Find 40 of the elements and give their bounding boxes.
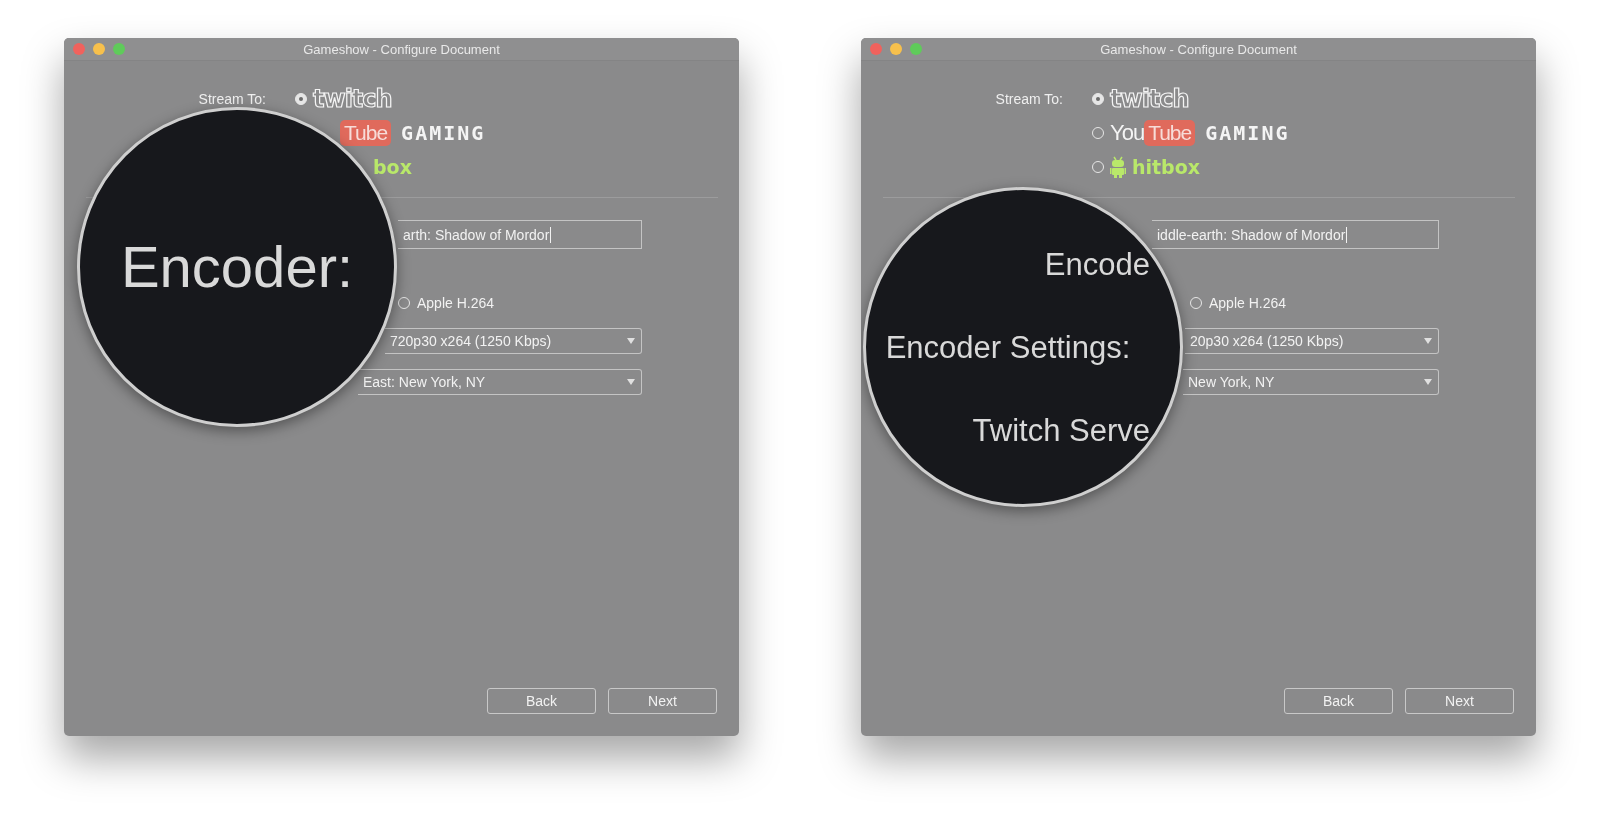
radio-button[interactable]: [1092, 93, 1104, 105]
next-button[interactable]: Next: [1405, 688, 1514, 714]
magnified-label: Twitch Serve: [972, 414, 1150, 446]
you-logo-text: You: [1110, 122, 1145, 144]
game-title-field[interactable]: arth: Shadow of Mordor: [398, 220, 642, 249]
magnified-label: Encoder:: [120, 238, 354, 296]
server-dropdown[interactable]: East: New York, NY: [358, 369, 642, 395]
game-title-field[interactable]: iddle-earth: Shadow of Mordor: [1152, 220, 1439, 249]
radio-button[interactable]: [295, 93, 307, 105]
gaming-logo-text: GAMING: [401, 121, 486, 145]
back-button[interactable]: Back: [487, 688, 596, 714]
window-title: Gameshow - Configure Document: [1100, 41, 1297, 57]
stream-to-label: Stream To:: [995, 91, 1064, 107]
magnified-label: Encoder Settings:: [885, 331, 1131, 363]
dropdown-caret-icon: [627, 338, 635, 344]
preset-dropdown[interactable]: 20p30 x264 (1250 Kbps): [1185, 328, 1439, 354]
dropdown-caret-icon: [1424, 338, 1432, 344]
preset-dropdown[interactable]: 720p30 x264 (1250 Kbps): [385, 328, 642, 354]
gaming-logo-text: GAMING: [1205, 121, 1290, 145]
twitch-logo: twitch: [313, 87, 392, 111]
next-button[interactable]: Next: [608, 688, 717, 714]
window-title: Gameshow - Configure Document: [303, 41, 500, 57]
tube-logo-badge: Tube: [1144, 120, 1196, 146]
server-dropdown[interactable]: New York, NY: [1183, 369, 1439, 395]
encoder-option-label: Apple H.264: [417, 295, 495, 311]
robot-icon: [1110, 156, 1126, 178]
hitbox-logo: box: [373, 157, 412, 177]
twitch-logo: twitch: [1110, 87, 1189, 111]
encoder-option-label: Apple H.264: [1209, 295, 1287, 311]
magnified-label: Encode: [1044, 248, 1150, 280]
tube-logo-badge: Tube: [340, 120, 392, 146]
stream-to-label: Stream To:: [198, 91, 267, 107]
minimize-button[interactable]: [93, 43, 105, 55]
minimize-button[interactable]: [890, 43, 902, 55]
zoom-button[interactable]: [910, 43, 922, 55]
back-button[interactable]: Back: [1284, 688, 1393, 714]
dropdown-caret-icon: [1424, 379, 1432, 385]
hitbox-logo: hitbox: [1132, 157, 1201, 177]
dropdown-caret-icon: [627, 379, 635, 385]
zoom-button[interactable]: [113, 43, 125, 55]
